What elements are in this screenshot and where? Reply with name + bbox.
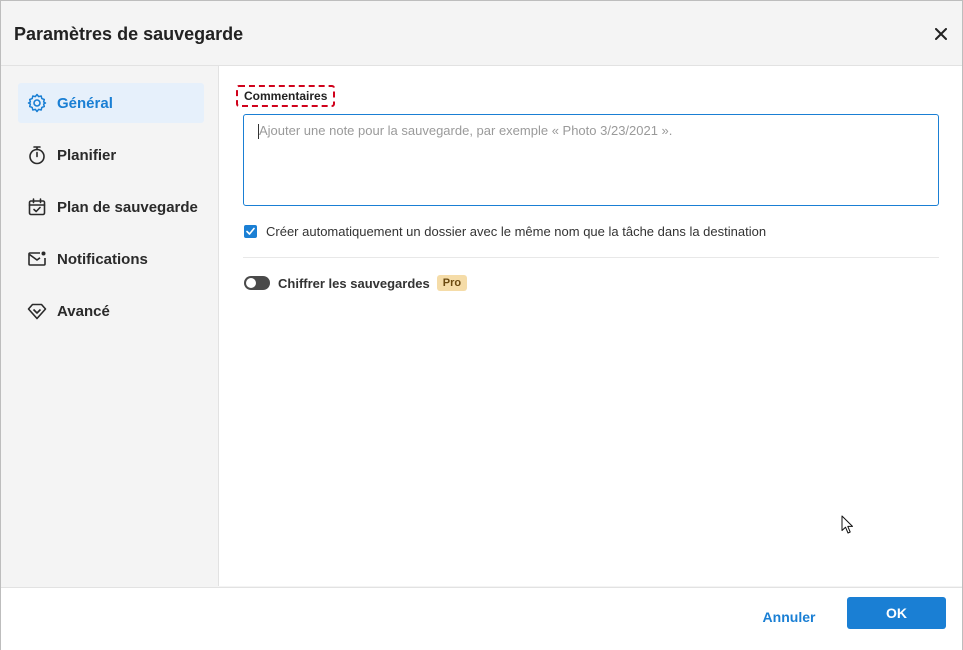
sidebar-item-label: Notifications (57, 250, 148, 268)
sidebar-item-general[interactable]: Général (18, 83, 204, 123)
comments-label: Commentaires (236, 85, 336, 107)
ok-button[interactable]: OK (847, 597, 946, 629)
dialog-footer: Annuler OK (1, 587, 962, 650)
close-icon (935, 28, 947, 40)
sidebar: Général Planifier Plan de sauvegarde Not… (1, 66, 219, 586)
auto-folder-checkbox[interactable] (244, 225, 257, 238)
encrypt-option: Chiffrer les sauvegardes Pro (244, 275, 468, 291)
general-settings-panel: Commentaires Ajouter une note pour la sa… (219, 66, 962, 586)
sidebar-item-schedule[interactable]: Planifier (18, 135, 204, 175)
sidebar-item-label: Général (57, 94, 113, 112)
sidebar-item-label: Planifier (57, 146, 117, 164)
pro-badge: Pro (436, 275, 468, 291)
divider (243, 257, 939, 258)
checkmark-icon (246, 227, 255, 235)
dialog-title: Paramètres de sauvegarde (14, 24, 244, 44)
sidebar-item-label: Avancé (57, 302, 110, 320)
gear-icon (26, 92, 48, 114)
close-button[interactable] (928, 21, 954, 47)
encrypt-label: Chiffrer les sauvegardes (278, 275, 430, 291)
sidebar-item-notifications[interactable]: Notifications (18, 239, 204, 279)
calendar-check-icon (26, 196, 48, 218)
auto-folder-option[interactable]: Créer automatiquement un dossier avec le… (244, 224, 766, 239)
encrypt-toggle[interactable] (244, 276, 270, 290)
sidebar-item-backup-plan[interactable]: Plan de sauvegarde (18, 187, 204, 227)
title-bar: Paramètres de sauvegarde (1, 1, 962, 66)
comments-placeholder: Ajouter une note pour la sauvegarde, par… (259, 123, 673, 138)
mail-icon (26, 248, 48, 270)
diamond-icon (26, 300, 48, 322)
sidebar-item-advanced[interactable]: Avancé (18, 291, 204, 331)
stopwatch-icon (26, 144, 48, 166)
toggle-knob (246, 278, 256, 288)
cancel-button[interactable]: Annuler (749, 602, 829, 632)
comments-textarea[interactable]: Ajouter une note pour la sauvegarde, par… (243, 114, 939, 206)
mouse-pointer-icon (841, 515, 853, 534)
auto-folder-label: Créer automatiquement un dossier avec le… (266, 224, 767, 239)
backup-settings-dialog: Paramètres de sauvegarde Général Planifi… (0, 0, 963, 650)
sidebar-item-label: Plan de sauvegarde (57, 198, 198, 216)
